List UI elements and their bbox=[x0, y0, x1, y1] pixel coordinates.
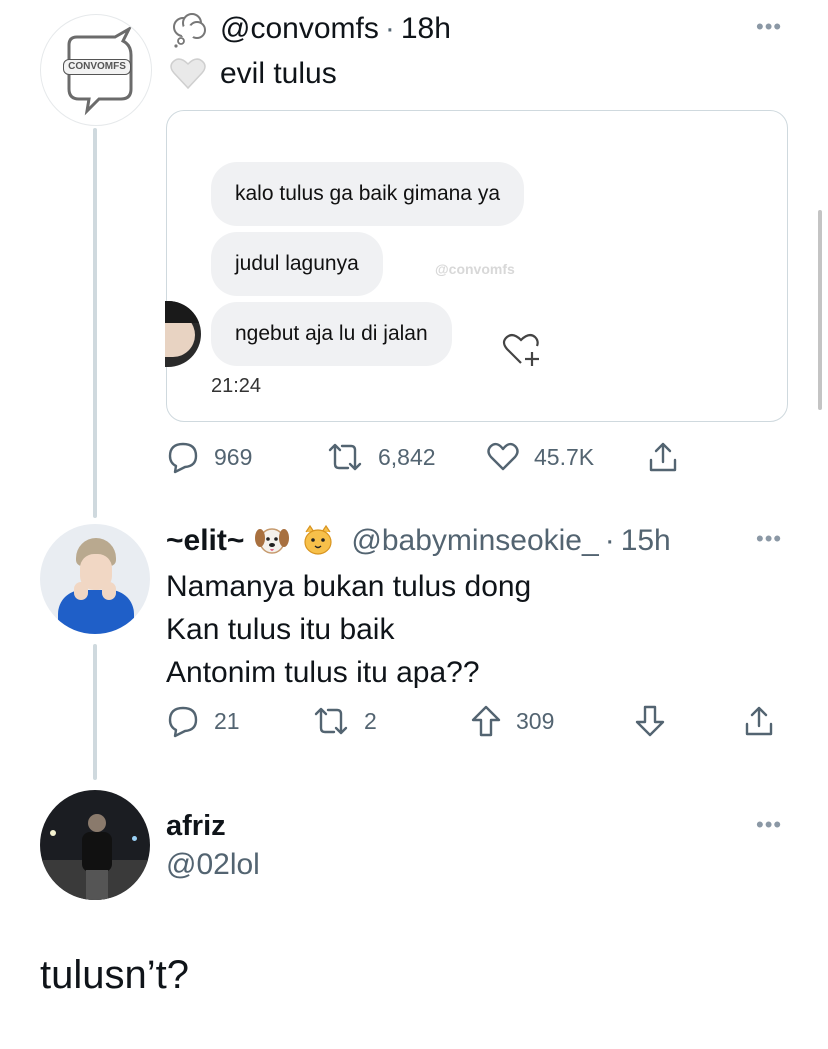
tweet1-username[interactable]: @convomfs bbox=[220, 12, 379, 45]
tweet3-display-name[interactable]: afriz bbox=[166, 810, 226, 843]
chat-user-avatar bbox=[165, 301, 201, 367]
white-heart-icon bbox=[170, 58, 206, 90]
tweet2-display-name[interactable]: ~elit~ bbox=[166, 524, 244, 557]
embedded-chat-image[interactable]: kalo tulus ga baik gimana ya judul lagun… bbox=[165, 110, 788, 422]
scrollbar[interactable] bbox=[818, 210, 822, 410]
retweet-button[interactable]: 2 bbox=[312, 704, 377, 738]
upvote-arrow-icon bbox=[471, 705, 501, 737]
tweet1-text: evil tulus bbox=[220, 57, 337, 90]
tweet2-time[interactable]: 15h bbox=[621, 524, 671, 557]
cat-face-icon bbox=[304, 524, 332, 555]
watermark: @convomfs bbox=[435, 261, 515, 277]
downvote-button[interactable] bbox=[634, 704, 666, 738]
tweet2-text-line: Antonim tulus itu apa?? bbox=[166, 656, 480, 689]
heart-plus-icon[interactable] bbox=[501, 329, 545, 369]
thread-line bbox=[93, 128, 97, 518]
chat-timestamp: 21:24 bbox=[211, 375, 262, 397]
thought-balloon-icon bbox=[173, 13, 206, 48]
chat-bubble: ngebut aja lu di jalan bbox=[211, 302, 452, 366]
heart-icon bbox=[487, 442, 519, 471]
more-options-icon[interactable]: ••• bbox=[756, 528, 782, 550]
share-button[interactable] bbox=[646, 440, 680, 474]
separator-dot: · bbox=[384, 12, 395, 45]
tweet2-username[interactable]: @babyminseokie_ bbox=[351, 524, 598, 557]
thread-line bbox=[93, 644, 97, 780]
reply-count: 969 bbox=[214, 443, 253, 470]
like-count: 45.7K bbox=[534, 443, 595, 470]
tweet2-text-line: Namanya bukan tulus dong bbox=[166, 570, 532, 603]
downvote-arrow-icon bbox=[635, 705, 665, 737]
tweet1-header: @convomfs · 18h bbox=[220, 12, 451, 46]
reply-button[interactable]: 969 bbox=[166, 440, 252, 474]
upvote-count: 309 bbox=[516, 707, 555, 734]
tweet1-time[interactable]: 18h bbox=[401, 12, 451, 45]
reply-count: 21 bbox=[214, 707, 240, 734]
tweet2-text-line: Kan tulus itu baik bbox=[166, 613, 395, 646]
share-icon bbox=[745, 706, 773, 736]
more-options-icon[interactable]: ••• bbox=[756, 814, 782, 836]
separator-dot: · bbox=[604, 524, 615, 557]
retweet-count: 2 bbox=[364, 707, 377, 734]
reply-icon bbox=[168, 706, 198, 738]
reply-button[interactable]: 21 bbox=[166, 704, 240, 738]
share-icon bbox=[649, 442, 677, 472]
retweet-button[interactable]: 6,842 bbox=[326, 440, 436, 474]
upvote-button[interactable]: 309 bbox=[470, 704, 554, 738]
avatar-logo-text: CONVOMFS bbox=[63, 59, 131, 75]
afriz-avatar[interactable] bbox=[40, 790, 150, 900]
more-options-icon[interactable]: ••• bbox=[756, 16, 782, 38]
tweet2-header: ~elit~ @babyminseokie_ · 15h bbox=[166, 524, 671, 558]
share-button[interactable] bbox=[742, 704, 776, 738]
reply-icon bbox=[168, 442, 198, 474]
retweet-count: 6,842 bbox=[378, 443, 436, 470]
chat-bubble: kalo tulus ga baik gimana ya bbox=[211, 162, 524, 226]
like-button[interactable]: 45.7K bbox=[486, 440, 594, 474]
babyminseokie-avatar[interactable] bbox=[40, 524, 150, 634]
dog-face-icon bbox=[254, 528, 289, 554]
convomfs-avatar[interactable]: CONVOMFS bbox=[40, 14, 152, 126]
retweet-icon bbox=[328, 443, 362, 471]
retweet-icon bbox=[314, 707, 348, 735]
chat-bubble: judul lagunya bbox=[211, 232, 383, 296]
tweet3-text: tulusn’t? bbox=[40, 953, 189, 997]
tweet3-username[interactable]: @02lol bbox=[166, 848, 260, 882]
